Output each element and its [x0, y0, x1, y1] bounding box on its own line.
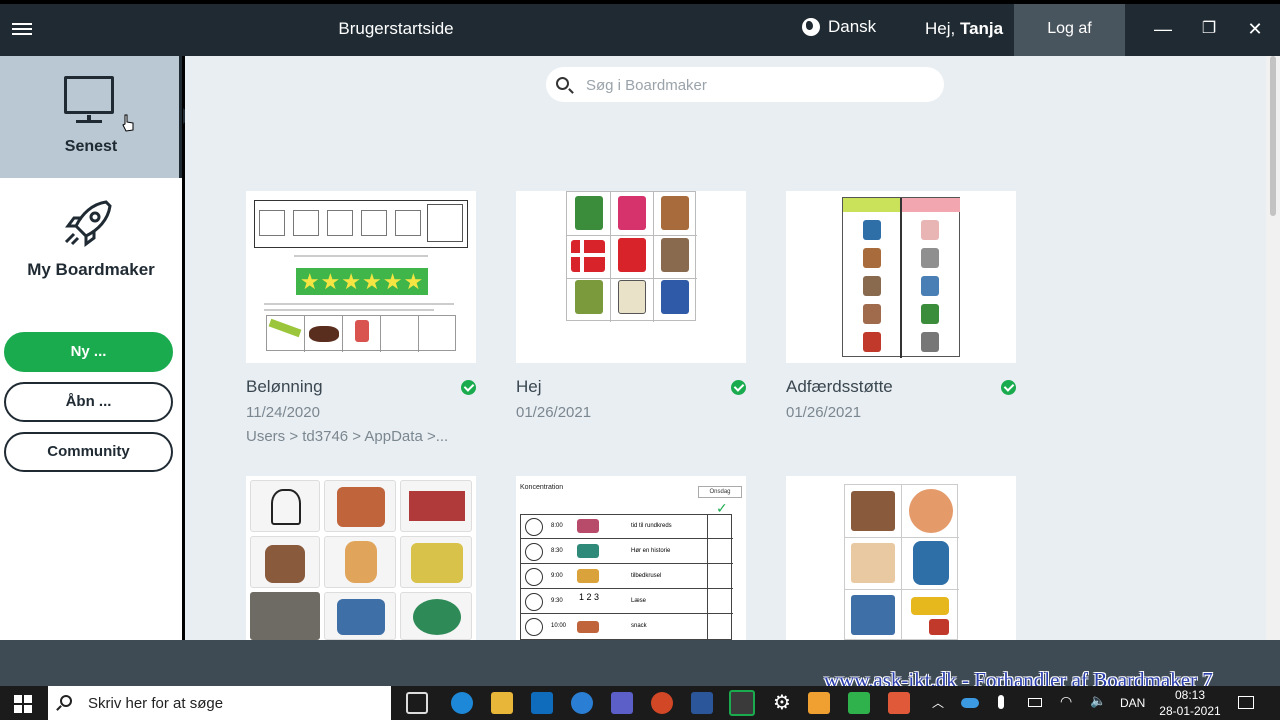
language-label: Dansk — [828, 17, 877, 36]
new-button[interactable]: Ny ... — [4, 332, 173, 372]
onedrive-icon[interactable] — [961, 698, 979, 708]
community-button[interactable]: Community — [4, 432, 173, 472]
user-name: Tanja — [959, 19, 1004, 38]
internet-explorer-icon[interactable] — [571, 692, 593, 714]
logout-button[interactable]: Log af — [1014, 4, 1125, 56]
clock-time: 08:13 — [1174, 688, 1206, 702]
wifi-icon[interactable]: ◠ — [1060, 693, 1072, 710]
board-thumbnail — [516, 191, 746, 363]
search-icon — [556, 77, 569, 90]
monitor-icon — [64, 76, 114, 123]
board-thumbnail — [786, 476, 1016, 640]
system-clock[interactable]: 08:13 28-01-2021 — [1158, 687, 1222, 719]
windows-start-icon[interactable] — [14, 695, 32, 713]
board-card-row2-3[interactable] — [786, 476, 1016, 640]
clock-date: 28-01-2021 — [1159, 704, 1221, 718]
word-icon[interactable] — [691, 692, 713, 714]
minimize-icon[interactable]: — — [1140, 4, 1186, 56]
scrollbar-thumb[interactable] — [1270, 56, 1276, 216]
card-date: 11/24/2020 — [246, 404, 320, 421]
battery-icon[interactable] — [1028, 698, 1042, 707]
thumb-title: Koncentration — [520, 484, 564, 491]
board-thumbnail — [246, 476, 476, 640]
app-green-icon[interactable] — [848, 692, 870, 714]
token-strip — [254, 200, 468, 248]
thumb-day: Onsdag — [698, 486, 742, 498]
taskbar-search[interactable]: Skriv her for at søge — [48, 686, 391, 720]
media-player-icon[interactable] — [808, 692, 830, 714]
card-title: Belønning — [246, 377, 323, 396]
globe-icon — [802, 18, 820, 36]
board-thumbnail: ★★★★★★ — [246, 191, 476, 363]
input-language[interactable]: DAN — [1120, 696, 1145, 710]
monitor-stand — [76, 120, 102, 123]
symbol-grid — [844, 484, 959, 640]
volume-icon[interactable]: 🔈 — [1090, 693, 1106, 709]
nav-my-boardmaker[interactable]: My Boardmaker — [0, 178, 182, 308]
powerpoint-icon[interactable] — [651, 692, 673, 714]
search-input[interactable] — [586, 73, 926, 97]
rocket-icon — [64, 200, 112, 247]
board-card-adfaerdsstotte[interactable]: Adfærdsstøtte 01/26/2021 — [786, 191, 1016, 431]
app-orange-icon[interactable] — [888, 692, 910, 714]
task-view-icon[interactable] — [406, 692, 428, 714]
board-card-koncentration[interactable]: Koncentration Onsdag ✓ 8:00 tid til rund… — [516, 476, 746, 640]
title-bar: Brugerstartside Dansk Hej, Tanja Log af … — [0, 4, 1266, 56]
hamburger-menu-icon[interactable] — [12, 20, 32, 40]
page-title: Brugerstartside — [338, 19, 454, 38]
synced-check-icon — [731, 380, 746, 395]
main-content: ★★★★★★ Belønning 11/24/2020 Users > td37… — [185, 56, 1266, 640]
nav-recent[interactable]: Senest — [0, 56, 192, 178]
open-button[interactable]: Åbn ... — [4, 382, 173, 422]
notifications-icon[interactable] — [1238, 696, 1254, 709]
nav-my-boardmaker-label: My Boardmaker — [27, 260, 155, 279]
behavior-chart — [842, 197, 960, 358]
restore-icon[interactable]: ❐ — [1186, 4, 1232, 56]
microphone-icon[interactable] — [998, 695, 1004, 709]
reward-grid — [266, 315, 456, 352]
vertical-scrollbar[interactable] — [1266, 56, 1280, 640]
nav-recent-label: Senest — [64, 138, 118, 155]
settings-gear-icon[interactable]: ⚙ — [771, 692, 793, 714]
tray-chevron-icon[interactable]: ︿ — [932, 694, 944, 711]
board-thumbnail — [786, 191, 1016, 363]
schedule-table: 8:00 tid til rundkreds 8:30 Hør en histo… — [520, 514, 733, 640]
stars-bar: ★★★★★★ — [296, 268, 428, 295]
symbol-grid — [566, 191, 697, 322]
search-icon — [60, 695, 72, 707]
greeting-prefix: Hej, — [925, 19, 956, 38]
boardmaker-icon[interactable] — [729, 690, 755, 716]
card-date: 01/26/2021 — [516, 404, 592, 421]
card-title: Adfærdsstøtte — [786, 377, 893, 396]
board-thumbnail: Koncentration Onsdag ✓ 8:00 tid til rund… — [516, 476, 746, 640]
title-bar-edge — [1266, 4, 1280, 56]
synced-check-icon — [461, 380, 476, 395]
board-card-row2-1[interactable] — [246, 476, 476, 640]
file-explorer-icon[interactable] — [491, 692, 513, 714]
edge-browser-icon[interactable] — [451, 692, 473, 714]
outlook-icon[interactable] — [531, 692, 553, 714]
search-bar[interactable] — [546, 67, 944, 102]
synced-check-icon — [1001, 380, 1016, 395]
board-card-belonning[interactable]: ★★★★★★ Belønning 11/24/2020 Users > td37… — [246, 191, 476, 451]
user-greeting: Hej, Tanja — [925, 19, 1003, 39]
taskbar-search-placeholder: Skriv her for at søge — [88, 695, 224, 712]
card-path: Users > td3746 > AppData >... — [246, 428, 449, 445]
card-date: 01/26/2021 — [786, 404, 862, 421]
hand-cursor-icon — [122, 114, 134, 132]
windows-taskbar: Skriv her for at søge ⚙ ︿ ◠ 🔈 DAN 08:13 … — [0, 686, 1280, 720]
language-selector[interactable]: Dansk — [802, 17, 876, 37]
card-title: Hej — [516, 377, 542, 396]
board-card-hej[interactable]: Hej 01/26/2021 — [516, 191, 746, 431]
teams-icon[interactable] — [611, 692, 633, 714]
sidebar: Senest My Boardmaker Ny ... Åbn ... Comm… — [0, 56, 192, 640]
